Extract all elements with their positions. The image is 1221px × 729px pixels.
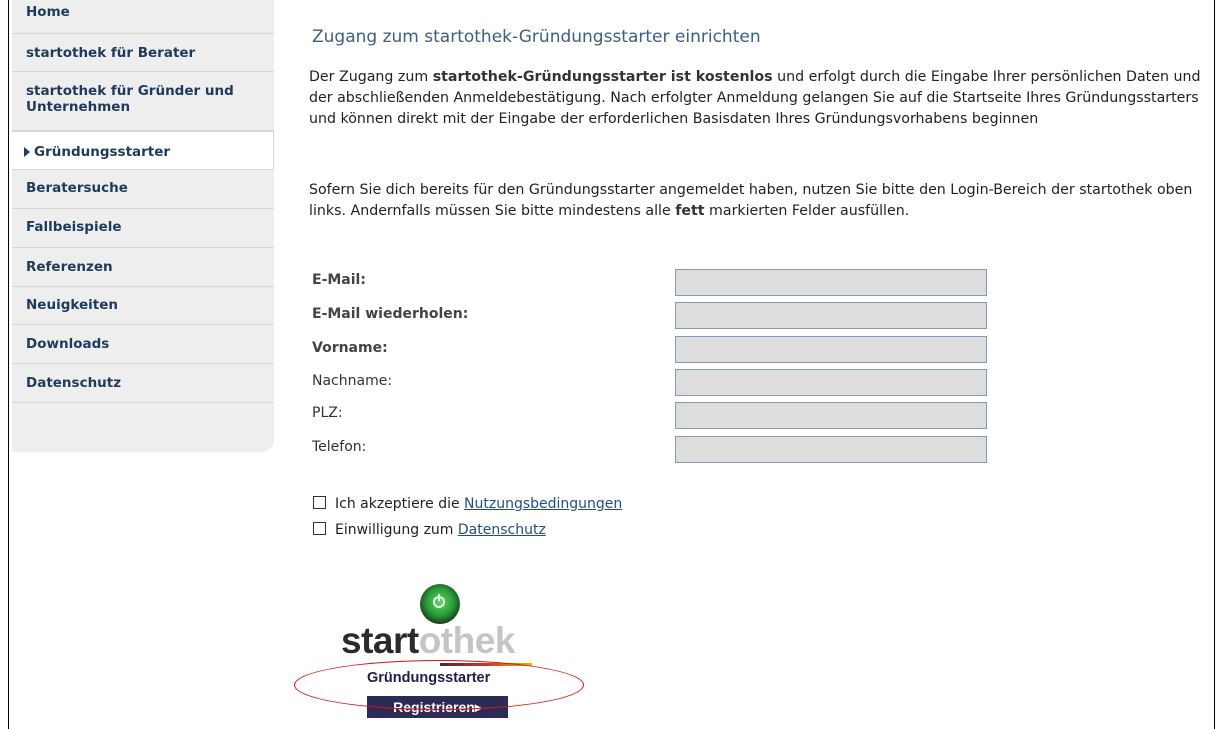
email-repeat-label: E-Mail wiederholen: bbox=[312, 306, 469, 322]
firstname-field[interactable] bbox=[675, 336, 987, 363]
sidebar-item-home[interactable]: Home bbox=[12, 0, 274, 34]
intro-paragraph: Der Zugang zum startothek-Gründungsstart… bbox=[309, 69, 1201, 127]
page-title: Zugang zum startothek-Gründungsstarter e… bbox=[312, 27, 761, 47]
privacy-checkbox-row: Einwilligung zum Datenschutz bbox=[313, 521, 546, 538]
sidebar-item-berater[interactable]: startothek für Berater bbox=[12, 34, 274, 72]
sidebar-item-gruender[interactable]: startothek für Gründer und Unternehmen bbox=[12, 72, 274, 131]
caret-right-icon bbox=[24, 147, 30, 157]
power-button-icon bbox=[420, 584, 460, 624]
email-field[interactable] bbox=[675, 269, 987, 296]
startothek-logo: startothek bbox=[341, 620, 515, 661]
email-label: E-Mail: bbox=[312, 272, 366, 288]
firstname-label: Vorname: bbox=[312, 340, 388, 356]
annotation-ellipse bbox=[294, 660, 584, 710]
sidebar-item-referenzen[interactable]: Referenzen bbox=[12, 248, 274, 287]
sidebar-item-downloads[interactable]: Downloads bbox=[12, 325, 274, 364]
sidebar-item-datenschutz[interactable]: Datenschutz bbox=[12, 364, 274, 403]
lastname-label: Nachname: bbox=[312, 373, 393, 389]
phone-label: Telefon: bbox=[312, 439, 367, 455]
sidebar-item-fallbeispiele[interactable]: Fallbeispiele bbox=[12, 209, 274, 248]
terms-checkbox-row: Ich akzeptiere die Nutzungsbedingungen bbox=[313, 495, 622, 512]
email-repeat-field[interactable] bbox=[675, 302, 987, 329]
terms-checkbox[interactable] bbox=[313, 495, 326, 509]
zip-field[interactable] bbox=[675, 402, 987, 429]
sidebar-item-neuigkeiten[interactable]: Neuigkeiten bbox=[12, 287, 274, 325]
privacy-link[interactable]: Datenschutz bbox=[458, 522, 546, 538]
power-symbol-icon bbox=[433, 594, 445, 608]
sidebar-nav: Home startothek für Berater startothek f… bbox=[12, 0, 274, 452]
login-note-paragraph: Sofern Sie dich bereits für den Gründung… bbox=[309, 182, 1193, 219]
sidebar-item-gruendungsstarter[interactable]: Gründungsstarter bbox=[12, 131, 274, 170]
terms-link[interactable]: Nutzungsbedingungen bbox=[464, 496, 622, 512]
page-frame-right bbox=[1214, 0, 1215, 729]
phone-field[interactable] bbox=[675, 436, 987, 463]
page-frame-left bbox=[8, 0, 9, 729]
privacy-checkbox[interactable] bbox=[313, 521, 326, 535]
sidebar-item-beratersuche[interactable]: Beratersuche bbox=[12, 170, 274, 209]
lastname-field[interactable] bbox=[675, 369, 987, 396]
zip-label: PLZ: bbox=[312, 405, 343, 421]
